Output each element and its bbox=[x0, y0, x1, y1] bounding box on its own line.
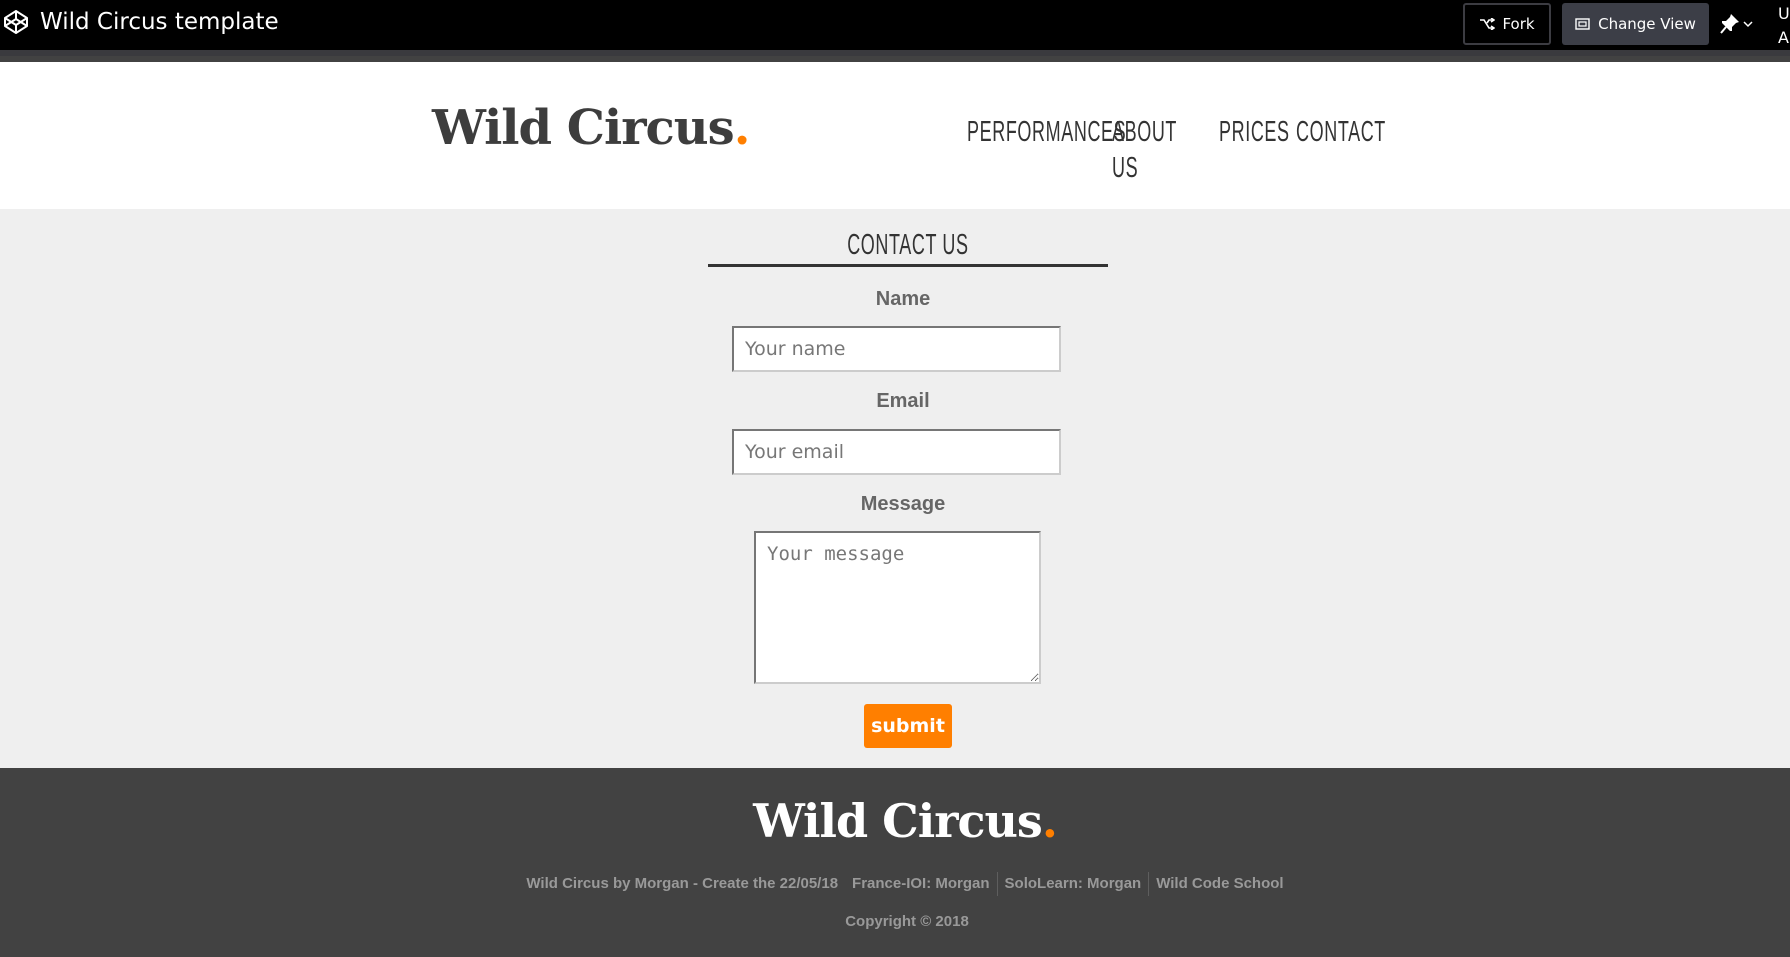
message-textarea[interactable] bbox=[754, 531, 1041, 684]
footer-link-france-ioi[interactable]: France-IOI: Morgan bbox=[845, 872, 997, 896]
fork-icon bbox=[1480, 18, 1496, 30]
brand-dot: . bbox=[733, 100, 751, 156]
nav-item-about-us[interactable]: ABOUT US bbox=[1112, 114, 1198, 184]
pin-icon bbox=[1720, 14, 1739, 34]
change-view-label: Change View bbox=[1598, 15, 1696, 33]
site-footer: Wild Circus. Wild Circus by Morgan - Cre… bbox=[0, 768, 1790, 957]
submit-button[interactable]: submit bbox=[864, 704, 952, 748]
footer-logo[interactable]: Wild Circus. bbox=[0, 794, 1790, 848]
nav-link-prices[interactable]: PRICES bbox=[1219, 114, 1290, 150]
codepen-top-bar: Wild Circus template Fork Change View U … bbox=[0, 0, 1790, 56]
footer-links: Wild Circus by Morgan - Create the 22/05… bbox=[0, 872, 1790, 896]
footer-link-wild-code-school[interactable]: Wild Code School bbox=[1149, 872, 1290, 896]
site-logo[interactable]: Wild Circus. bbox=[432, 100, 751, 156]
nav-item-contact[interactable]: CONTACT bbox=[1296, 114, 1385, 150]
brand-name: Wild Circus bbox=[432, 100, 735, 156]
footer-credit: Wild Circus by Morgan - Create the 22/05… bbox=[526, 875, 839, 892]
nav-link-contact[interactable]: CONTACT bbox=[1296, 114, 1386, 150]
fork-label: Fork bbox=[1502, 15, 1535, 33]
nav-link-about-us[interactable]: ABOUT US bbox=[1112, 114, 1177, 186]
layout-icon bbox=[1575, 18, 1590, 30]
nav-link-performances[interactable]: PERFORMANCES bbox=[967, 114, 1126, 150]
copyright: Copyright © 2018 bbox=[845, 913, 969, 930]
footer-brand-name: Wild Circus bbox=[753, 794, 1043, 848]
email-label: Email bbox=[876, 390, 930, 412]
nav-item-performances[interactable]: PERFORMANCES bbox=[967, 114, 1126, 150]
pen-title: Wild Circus template bbox=[40, 9, 279, 35]
message-label: Message bbox=[860, 493, 946, 515]
name-input[interactable] bbox=[732, 326, 1061, 372]
name-label: Name bbox=[875, 288, 931, 310]
email-input[interactable] bbox=[732, 429, 1061, 475]
contact-title: CONTACT US bbox=[847, 229, 969, 261]
footer-link-sololearn[interactable]: SoloLearn: Morgan bbox=[998, 872, 1149, 896]
change-view-button[interactable]: Change View bbox=[1562, 3, 1709, 45]
chevron-down-icon bbox=[1743, 21, 1753, 28]
footer-brand-dot: . bbox=[1041, 794, 1058, 848]
contact-title-underline: CONTACT US bbox=[708, 227, 1108, 267]
fork-button[interactable]: Fork bbox=[1463, 3, 1551, 45]
codepen-logo-icon[interactable] bbox=[3, 9, 29, 35]
account-edge-text: U A bbox=[1778, 4, 1790, 47]
site-header: Wild Circus. PERFORMANCES ABOUT US PRICE… bbox=[0, 62, 1790, 209]
nav-item-prices[interactable]: PRICES bbox=[1219, 114, 1289, 150]
contact-section: CONTACT US Name Email Message submit bbox=[0, 209, 1790, 768]
main-nav: PERFORMANCES ABOUT US PRICES CONTACT bbox=[967, 114, 1385, 184]
pin-menu-button[interactable] bbox=[1720, 11, 1756, 37]
